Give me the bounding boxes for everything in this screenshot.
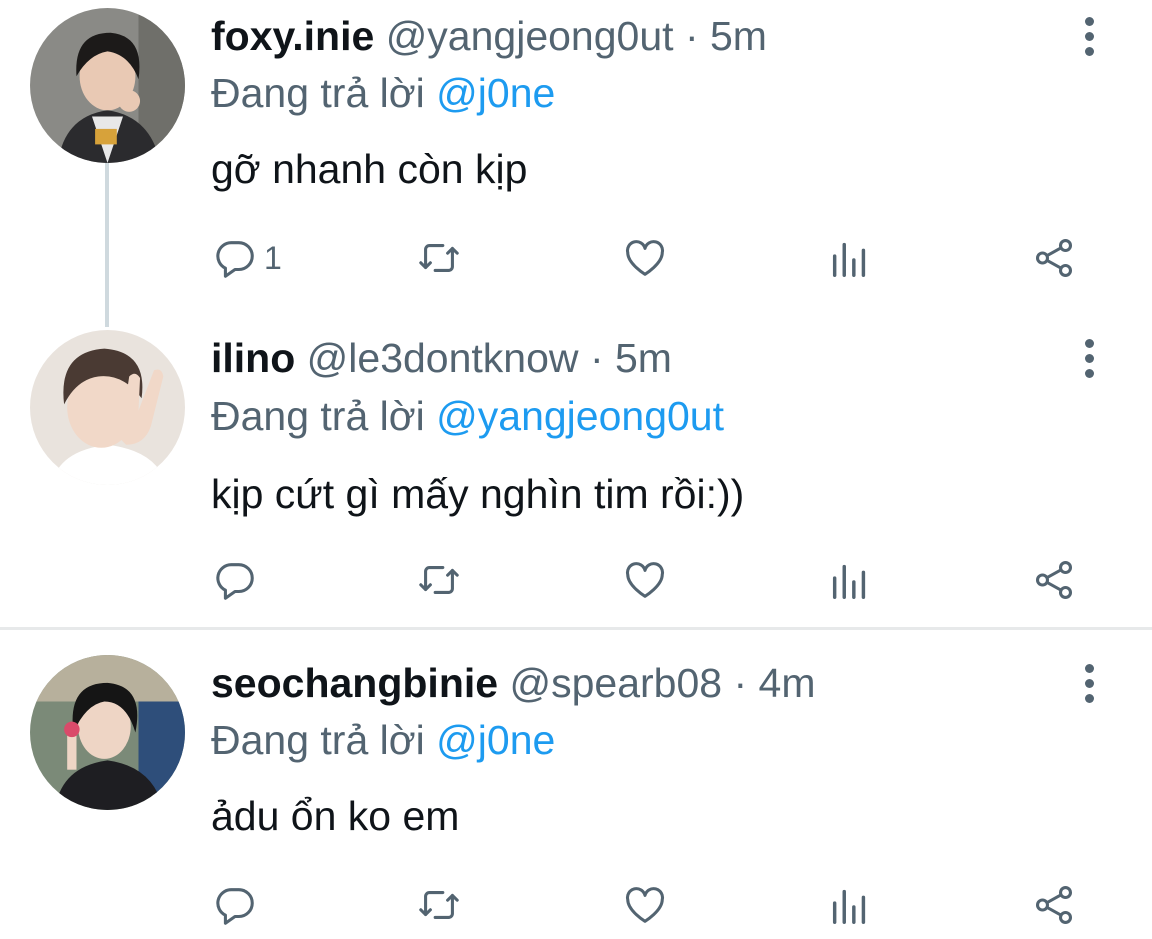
reply-count: 1: [264, 239, 282, 276]
display-name[interactable]: seochangbinie: [211, 660, 498, 706]
user-handle[interactable]: @yangjeong0ut: [386, 13, 674, 59]
replying-to: Đang trả lời @j0ne: [211, 69, 555, 117]
retweet-icon: [419, 244, 459, 272]
reply-button[interactable]: [212, 555, 264, 605]
avatar[interactable]: [30, 655, 185, 810]
share-button[interactable]: [1031, 233, 1077, 283]
retweet-icon: [419, 891, 459, 919]
mention-link[interactable]: @j0ne: [436, 717, 555, 763]
tweet-header: seochangbinie @spearb08 · 4m: [211, 659, 816, 707]
avatar[interactable]: [30, 330, 185, 485]
timestamp[interactable]: 5m: [615, 335, 672, 381]
retweet-button[interactable]: [416, 233, 462, 283]
reply-icon: [216, 563, 254, 600]
user-handle[interactable]: @spearb08: [509, 660, 722, 706]
replying-to-label: Đang trả lời: [211, 393, 425, 439]
separator-dot: ·: [684, 13, 699, 59]
heart-icon: [625, 887, 665, 923]
tweet-text: kịp cứt gì mấy nghìn tim rồi:)): [211, 471, 745, 517]
action-bar: [0, 880, 1152, 930]
display-name[interactable]: ilino: [211, 335, 295, 381]
replying-to: Đang trả lời @yangjeong0ut: [211, 392, 724, 440]
action-bar: 1: [0, 233, 1152, 283]
avatar[interactable]: [30, 8, 185, 163]
heart-icon: [625, 562, 665, 598]
views-button[interactable]: [827, 233, 873, 283]
analytics-icon: [832, 889, 866, 924]
reply-icon: [216, 888, 254, 925]
reply-icon: [216, 241, 254, 278]
avatar-image: [30, 8, 185, 163]
separator-dot: ·: [733, 660, 748, 706]
mention-link[interactable]: @yangjeong0ut: [436, 393, 724, 439]
tweet-text: ảdu ổn ko em: [211, 793, 460, 839]
avatar-image: [30, 655, 185, 810]
reply-button[interactable]: [212, 880, 264, 930]
tweet-header: foxy.inie @yangjeong0ut · 5m: [211, 12, 767, 60]
replying-to-label: Đang trả lời: [211, 717, 425, 763]
action-bar: [0, 555, 1152, 605]
analytics-icon: [832, 242, 866, 277]
views-button[interactable]: [827, 880, 873, 930]
retweet-button[interactable]: [416, 555, 462, 605]
user-handle[interactable]: @le3dontknow: [307, 335, 579, 381]
timestamp[interactable]: 4m: [759, 660, 816, 706]
like-button[interactable]: [622, 880, 668, 930]
more-vertical-icon[interactable]: [1076, 659, 1102, 707]
like-button[interactable]: [622, 233, 668, 283]
views-button[interactable]: [827, 555, 873, 605]
share-icon: [1035, 239, 1073, 277]
replying-to: Đang trả lời @j0ne: [211, 716, 555, 764]
heart-icon: [625, 240, 665, 276]
separator-dot: ·: [589, 335, 604, 381]
mention-link[interactable]: @j0ne: [436, 70, 555, 116]
analytics-icon: [832, 564, 866, 599]
retweet-button[interactable]: [416, 880, 462, 930]
reply-button[interactable]: 1: [212, 233, 282, 283]
tweet-header: ilino @le3dontknow · 5m: [211, 334, 672, 382]
display-name[interactable]: foxy.inie: [211, 13, 374, 59]
tweet-text: gỡ nhanh còn kịp: [211, 146, 528, 192]
share-icon: [1035, 561, 1073, 599]
more-vertical-icon[interactable]: [1076, 12, 1102, 60]
replying-to-label: Đang trả lời: [211, 70, 425, 116]
more-vertical-icon[interactable]: [1076, 334, 1102, 382]
timestamp[interactable]: 5m: [710, 13, 767, 59]
like-button[interactable]: [622, 555, 668, 605]
share-icon: [1035, 886, 1073, 924]
avatar-image: [30, 330, 185, 485]
share-button[interactable]: [1031, 880, 1077, 930]
retweet-icon: [419, 566, 459, 594]
share-button[interactable]: [1031, 555, 1077, 605]
tweet-divider: [0, 627, 1152, 630]
